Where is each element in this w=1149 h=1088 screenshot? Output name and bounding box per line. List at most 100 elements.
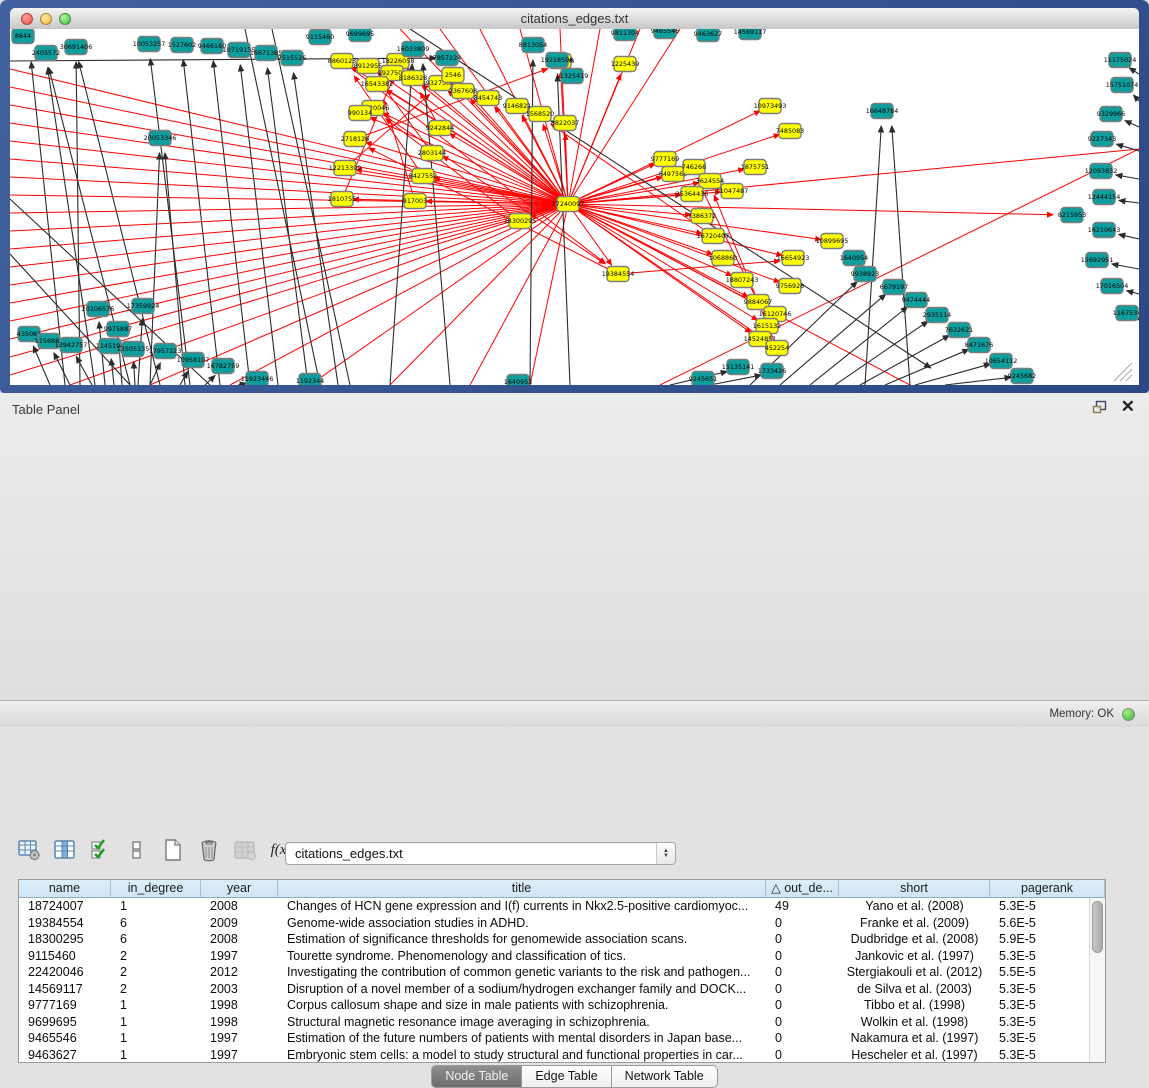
graph-edge[interactable]	[240, 65, 278, 385]
graph-node[interactable]: 8822037	[551, 116, 579, 131]
graph-node[interactable]: 1640954	[840, 251, 868, 266]
graph-node[interactable]: 1068860	[709, 251, 737, 266]
graph-node[interactable]: 917003	[403, 194, 427, 209]
graph-edge[interactable]	[568, 204, 1053, 215]
graph-edge[interactable]	[860, 335, 949, 385]
column-header[interactable]: title	[278, 880, 766, 898]
graph-node[interactable]: 9465546	[651, 29, 679, 39]
graph-node[interactable]: 2803144	[418, 146, 446, 161]
graph-node[interactable]: 9227343	[1088, 132, 1116, 147]
new-table-icon[interactable]	[160, 836, 186, 864]
graph-edge[interactable]	[10, 204, 568, 339]
graph-node[interactable]: 746266	[682, 160, 706, 175]
table-row[interactable]: 911546021997Tourette syndrome. Phenomeno…	[19, 948, 1089, 965]
graph-node[interactable]: 1733426	[758, 364, 786, 379]
column-header[interactable]: short	[839, 880, 990, 898]
select-columns-icon[interactable]	[52, 836, 78, 864]
graph-node[interactable]: 9474444	[902, 293, 930, 308]
graph-node[interactable]: 16210643	[1088, 223, 1121, 238]
graph-node[interactable]: 8813054	[519, 38, 547, 53]
graph-node[interactable]: 1810755	[328, 192, 356, 207]
graph-node[interactable]: 10053257	[133, 37, 166, 52]
table-scrollbar[interactable]	[1089, 898, 1105, 1062]
graph-edge[interactable]	[568, 204, 780, 282]
graph-edge[interactable]	[10, 123, 568, 204]
column-header[interactable]: in_degree	[111, 880, 201, 898]
graph-node[interactable]: 1225439	[611, 57, 639, 72]
graph-edge[interactable]	[1125, 121, 1139, 127]
graph-node[interactable]: 20206576	[82, 302, 115, 317]
table-selector-dropdown[interactable]: citations_edges.txt ▲▼	[285, 842, 676, 865]
resize-grip-icon[interactable]	[1126, 375, 1132, 381]
graph-node[interactable]: 15135141	[722, 360, 755, 375]
graph-node[interactable]: 16543382	[361, 77, 394, 92]
graph-node[interactable]: 18807243	[726, 273, 759, 288]
graph-edge[interactable]	[1116, 175, 1139, 179]
graph-edge[interactable]	[885, 349, 969, 385]
graph-edge[interactable]	[390, 64, 412, 385]
network-canvas[interactable]: 8860123891295518226058192750316543382818…	[10, 29, 1139, 385]
graph-node[interactable]: 15692951	[1081, 253, 1114, 268]
graph-node[interactable]: 2546	[442, 68, 464, 83]
graph-edge[interactable]	[892, 126, 910, 385]
graph-node[interactable]: 16782759	[207, 359, 240, 374]
graph-edge[interactable]	[530, 204, 568, 385]
graph-node[interactable]: 12444154	[1088, 190, 1121, 205]
graph-node[interactable]: 13942757	[55, 338, 88, 353]
graph-node[interactable]: 8427552	[409, 169, 437, 184]
graph-edge[interactable]	[470, 204, 568, 385]
graph-edge[interactable]	[383, 99, 415, 201]
graph-edge[interactable]	[1127, 291, 1139, 294]
graph-node[interactable]: 16648784	[866, 104, 899, 119]
graph-edge[interactable]	[1119, 234, 1139, 239]
graph-node[interactable]: 17359924	[127, 299, 160, 314]
unselect-rows-icon[interactable]	[124, 836, 150, 864]
graph-node[interactable]: 10958107	[177, 353, 210, 368]
graph-node[interactable]: 12213399	[329, 161, 362, 176]
graph-edge[interactable]	[1133, 95, 1139, 101]
tab-edge-table[interactable]: Edge Table	[522, 1065, 611, 1088]
graph-node[interactable]: 8215953	[1058, 208, 1086, 223]
graph-edge[interactable]	[10, 204, 568, 303]
graph-node[interactable]: 2405572	[32, 46, 60, 61]
graph-edge[interactable]	[710, 375, 761, 385]
table-row[interactable]: 1938455462009Genome-wide association stu…	[19, 915, 1089, 932]
graph-edge[interactable]	[230, 204, 568, 385]
graph-edge[interactable]	[267, 68, 308, 385]
table-row[interactable]: 969969511998Structural magnetic resonanc…	[19, 1014, 1089, 1031]
graph-node[interactable]: 9245682	[1008, 369, 1036, 384]
graph-node[interactable]: 7632621	[945, 323, 973, 338]
close-panel-icon[interactable]: ✕	[1121, 399, 1135, 415]
graph-node[interactable]: 8844	[12, 29, 34, 44]
graph-node[interactable]: 452254	[765, 341, 789, 356]
graph-edge[interactable]	[945, 377, 1011, 385]
graph-node[interactable]: 19218596	[541, 53, 574, 68]
graph-node[interactable]: 990134	[348, 106, 372, 121]
graph-node[interactable]: 11175024	[1104, 53, 1137, 68]
graph-edge[interactable]	[1129, 68, 1139, 74]
column-header[interactable]: pagerank	[990, 880, 1105, 898]
graph-node[interactable]: 9975887	[104, 322, 132, 337]
graph-edge[interactable]	[10, 254, 130, 385]
graph-node[interactable]: 7386372	[688, 209, 716, 224]
graph-node[interactable]: 6679197	[880, 280, 908, 295]
graph-node[interactable]: 10899695	[816, 234, 849, 249]
graph-node[interactable]: 9242844	[426, 121, 454, 136]
graph-edge[interactable]	[1112, 264, 1139, 269]
table-settings-icon[interactable]	[16, 836, 42, 864]
graph-edge[interactable]	[568, 74, 621, 204]
graph-node[interactable]: 8186328	[399, 71, 427, 86]
graph-node[interactable]: 16720407	[697, 229, 730, 244]
graph-node[interactable]: 2718126	[341, 132, 369, 147]
graph-node[interactable]: 17240097	[552, 197, 585, 212]
resize-grip-icon[interactable]	[1120, 369, 1132, 381]
table-row[interactable]: 946362711997Embryonic stem cells: a mode…	[19, 1047, 1089, 1064]
graph-node[interactable]: 12093832	[1085, 164, 1118, 179]
graph-node[interactable]: 9329966	[1097, 107, 1125, 122]
graph-edge[interactable]	[238, 383, 246, 385]
graph-edge[interactable]	[213, 61, 250, 385]
graph-node[interactable]: 10654112	[985, 354, 1018, 369]
table-row[interactable]: 977716911998Corpus callosum shape and si…	[19, 997, 1089, 1014]
graph-node[interactable]: 9811304	[611, 29, 639, 41]
graph-node[interactable]: 19384554	[602, 267, 635, 282]
